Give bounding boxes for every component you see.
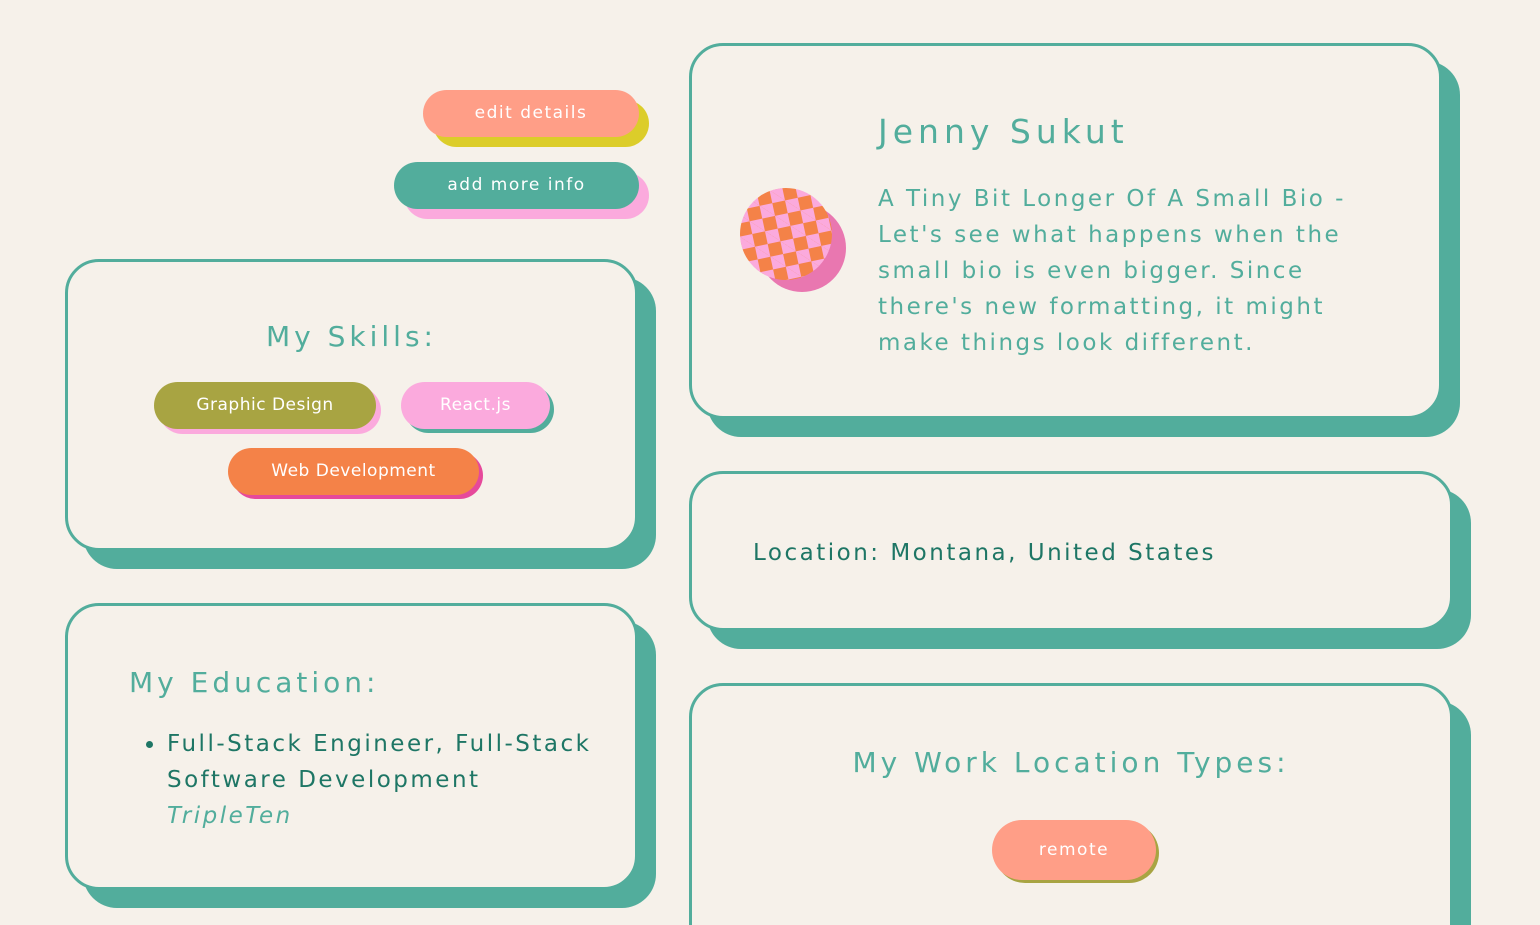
skill-tag-graphic-design[interactable]: Graphic Design — [154, 382, 376, 429]
education-item: Full-Stack Engineer, Full-Stack Software… — [146, 726, 607, 834]
location-card: Location: Montana, United States — [689, 471, 1453, 631]
profile-bio: A Tiny Bit Longer Of A Small Bio - Let's… — [878, 186, 1346, 356]
edit-details-button[interactable]: edit details — [423, 90, 639, 137]
profile-page: edit details add more info My Skills: Gr… — [0, 0, 1540, 925]
education-degree: Full-Stack Engineer, Full-Stack Software… — [167, 731, 592, 793]
skill-tag-react[interactable]: React.js — [401, 382, 550, 429]
education-school: TripleTen — [167, 803, 293, 829]
work-location-types-card: My Work Location Types: remote — [689, 683, 1453, 925]
add-more-info-button[interactable]: add more info — [394, 162, 639, 209]
profile-card: Jenny Sukut A Tiny Bit Longer Of A Small… — [689, 43, 1442, 419]
skills-card: My Skills: Graphic Design React.js Web D… — [65, 259, 638, 551]
work-type-tag-remote[interactable]: remote — [992, 820, 1156, 880]
education-list: Full-Stack Engineer, Full-Stack Software… — [146, 726, 607, 834]
skills-title: My Skills: — [266, 320, 437, 353]
location-text: Location: Montana, United States — [753, 540, 1216, 566]
skill-tag-web-development[interactable]: Web Development — [228, 448, 479, 495]
avatar — [731, 179, 848, 296]
work-location-types-title: My Work Location Types: — [852, 746, 1290, 779]
profile-name: Jenny Sukut — [878, 112, 1129, 151]
education-title: My Education: — [129, 666, 380, 699]
education-card: My Education: Full-Stack Engineer, Full-… — [65, 603, 638, 890]
